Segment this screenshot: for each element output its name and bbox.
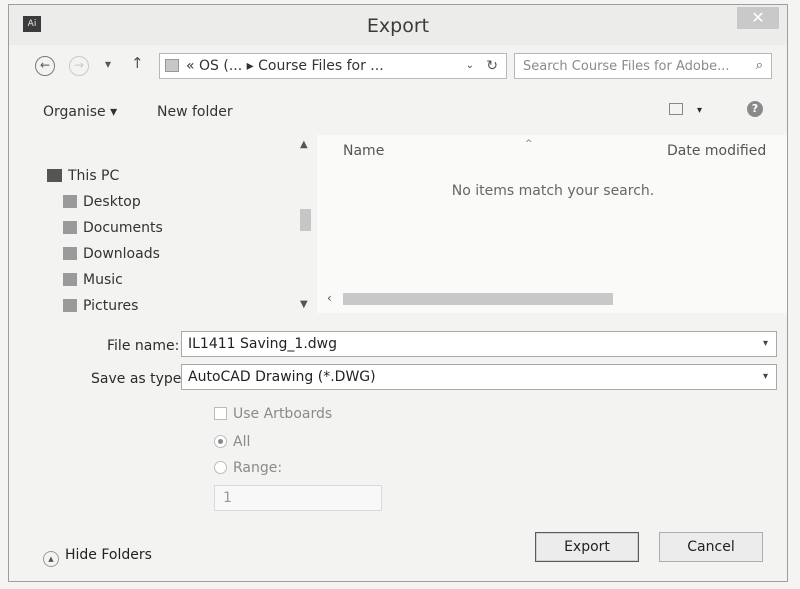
- dialog-title: Export: [366, 15, 430, 37]
- search-icon[interactable]: ⌕: [756, 54, 763, 78]
- cancel-button[interactable]: Cancel: [659, 532, 763, 562]
- scrollbar-thumb[interactable]: [343, 293, 613, 305]
- search-box[interactable]: ⌕: [514, 53, 772, 79]
- nav-item-label: Documents: [83, 220, 163, 236]
- close-button[interactable]: ✕: [737, 7, 779, 29]
- nav-item-documents[interactable]: Documents: [63, 220, 163, 236]
- back-arrow-icon[interactable]: ←: [35, 56, 55, 76]
- hide-folders-button[interactable]: ▲ Hide Folders: [43, 547, 152, 567]
- scrollbar-thumb[interactable]: [300, 209, 311, 231]
- radio-button[interactable]: [214, 461, 227, 474]
- nav-item-label: Desktop: [83, 194, 141, 210]
- nav-item-label: Pictures: [83, 298, 139, 314]
- scroll-down-icon[interactable]: ▼: [300, 299, 308, 310]
- export-button[interactable]: Export: [535, 532, 639, 562]
- file-list-pane: Name ^ Date modified No items match your…: [317, 135, 787, 313]
- all-label: All: [233, 434, 251, 450]
- computer-icon: [47, 169, 62, 182]
- navigation-pane: This PC Desktop Documents Downloads Musi…: [9, 135, 317, 314]
- desktop-folder-icon: [63, 195, 77, 208]
- radio-button-selected[interactable]: [214, 435, 227, 448]
- column-header-date-modified[interactable]: Date modified: [667, 143, 766, 159]
- sort-ascending-icon: ^: [525, 139, 533, 149]
- nav-item-music[interactable]: Music: [63, 272, 123, 288]
- title-bar: Ai Export ✕: [9, 5, 787, 45]
- file-name-value[interactable]: IL1411 Saving_1.dwg: [188, 332, 337, 356]
- range-radio[interactable]: Range:: [214, 460, 282, 476]
- nav-item-downloads[interactable]: Downloads: [63, 246, 160, 262]
- checkbox-box[interactable]: [214, 407, 227, 420]
- range-label: Range:: [233, 460, 283, 476]
- nav-item-this-pc[interactable]: This PC: [47, 168, 119, 184]
- help-icon[interactable]: ?: [747, 101, 763, 117]
- refresh-icon[interactable]: ↻: [486, 54, 498, 78]
- new-folder-button[interactable]: New folder: [157, 104, 233, 120]
- nav-item-pictures[interactable]: Pictures: [63, 298, 138, 314]
- address-row: ← → ▾ ↑ « OS (... ▸ Course Files for ...…: [9, 49, 787, 85]
- scroll-left-icon[interactable]: ‹: [327, 291, 332, 305]
- nav-item-desktop[interactable]: Desktop: [63, 194, 141, 210]
- all-radio[interactable]: All: [214, 434, 250, 450]
- forward-arrow-icon[interactable]: →: [69, 56, 89, 76]
- music-folder-icon: [63, 273, 77, 286]
- use-artboards-label: Use Artboards: [233, 406, 333, 422]
- scroll-up-icon[interactable]: ▲: [300, 139, 308, 150]
- downloads-folder-icon: [63, 247, 77, 260]
- recent-locations-chevron-icon[interactable]: ▾: [105, 57, 111, 71]
- nav-item-label: Music: [83, 272, 123, 288]
- save-as-type-value[interactable]: AutoCAD Drawing (*.DWG): [188, 365, 376, 389]
- up-arrow-icon[interactable]: ↑: [131, 54, 144, 72]
- save-as-type-select[interactable]: AutoCAD Drawing (*.DWG) ▾: [181, 364, 777, 390]
- empty-results-message: No items match your search.: [451, 183, 655, 199]
- command-bar: Organise ▾ New folder ▾ ?: [9, 97, 787, 127]
- search-input[interactable]: [523, 57, 743, 75]
- chevron-up-icon: ▲: [43, 551, 59, 567]
- file-name-field[interactable]: IL1411 Saving_1.dwg ▾: [181, 331, 777, 357]
- pictures-folder-icon: [63, 299, 77, 312]
- breadcrumb[interactable]: « OS (... ▸ Course Files for ...: [186, 54, 384, 78]
- folder-icon: [165, 59, 179, 72]
- documents-folder-icon: [63, 221, 77, 234]
- range-input[interactable]: 1: [214, 485, 382, 511]
- chevron-down-icon[interactable]: ▾: [763, 365, 768, 389]
- view-options-icon[interactable]: [669, 103, 683, 115]
- nav-item-label: This PC: [68, 168, 120, 184]
- export-dialog: Ai Export ✕ ← → ▾ ↑ « OS (... ▸ Course F…: [8, 4, 788, 582]
- hide-folders-label: Hide Folders: [65, 547, 152, 563]
- address-dropdown-icon[interactable]: ⌄: [466, 54, 474, 78]
- file-list-horizontal-scrollbar[interactable]: ‹ ›: [321, 291, 783, 307]
- address-bar[interactable]: « OS (... ▸ Course Files for ... ⌄ ↻: [159, 53, 507, 79]
- chevron-down-icon[interactable]: ▾: [763, 332, 768, 356]
- use-artboards-checkbox[interactable]: Use Artboards: [214, 406, 332, 422]
- view-options-chevron-icon[interactable]: ▾: [697, 105, 702, 116]
- organise-menu-button[interactable]: Organise ▾: [43, 104, 117, 120]
- file-name-label: File name:: [107, 338, 180, 354]
- column-header-label: Name: [343, 143, 385, 159]
- column-header-name[interactable]: Name ^: [343, 139, 533, 159]
- save-as-type-label: Save as type:: [91, 371, 187, 387]
- nav-item-label: Downloads: [83, 246, 160, 262]
- nav-pane-scrollbar[interactable]: ▲ ▼: [297, 135, 313, 313]
